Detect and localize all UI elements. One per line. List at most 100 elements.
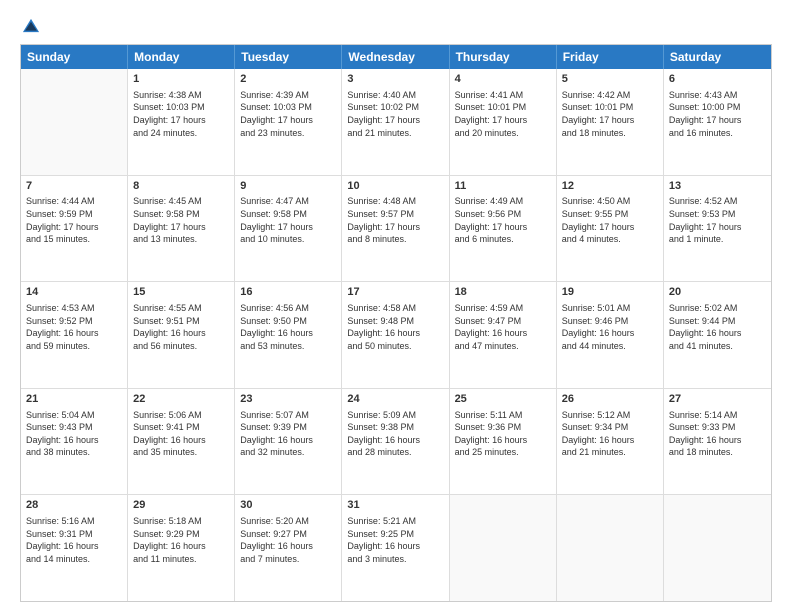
- cell-text: Sunrise: 4:40 AM Sunset: 10:02 PM Daylig…: [347, 89, 443, 139]
- cal-week-1: 1Sunrise: 4:38 AM Sunset: 10:03 PM Dayli…: [21, 69, 771, 176]
- cell-text: Sunrise: 5:01 AM Sunset: 9:46 PM Dayligh…: [562, 302, 658, 352]
- day-number: 9: [240, 179, 336, 194]
- cal-cell: 5Sunrise: 4:42 AM Sunset: 10:01 PM Dayli…: [557, 69, 664, 175]
- cal-header-thursday: Thursday: [450, 45, 557, 69]
- day-number: 14: [26, 285, 122, 300]
- cell-text: Sunrise: 4:47 AM Sunset: 9:58 PM Dayligh…: [240, 195, 336, 245]
- day-number: 3: [347, 72, 443, 87]
- cell-text: Sunrise: 5:21 AM Sunset: 9:25 PM Dayligh…: [347, 515, 443, 565]
- day-number: 26: [562, 392, 658, 407]
- cal-cell: [21, 69, 128, 175]
- cal-header-saturday: Saturday: [664, 45, 771, 69]
- cell-text: Sunrise: 4:56 AM Sunset: 9:50 PM Dayligh…: [240, 302, 336, 352]
- day-number: 2: [240, 72, 336, 87]
- cal-cell: 21Sunrise: 5:04 AM Sunset: 9:43 PM Dayli…: [21, 389, 128, 495]
- day-number: 12: [562, 179, 658, 194]
- cal-cell: 24 Sunrise: 5:09 AM Sunset: 9:38 PM Dayli…: [342, 389, 449, 495]
- cal-cell: 6 Sunrise: 4:43 AM Sunset: 10:00 PM Dayli…: [664, 69, 771, 175]
- cal-header-tuesday: Tuesday: [235, 45, 342, 69]
- cal-cell: 9Sunrise: 4:47 AM Sunset: 9:58 PM Daylig…: [235, 176, 342, 282]
- day-number: 15: [133, 285, 229, 300]
- cal-cell: 13Sunrise: 4:52 AM Sunset: 9:53 PM Dayli…: [664, 176, 771, 282]
- day-number: 8: [133, 179, 229, 194]
- cell-text: Sunrise: 4:41 AM Sunset: 10:01 PM Daylig…: [455, 89, 551, 139]
- cal-cell: 3 Sunrise: 4:40 AM Sunset: 10:02 PM Dayli…: [342, 69, 449, 175]
- cal-cell: 26 Sunrise: 5:12 AM Sunset: 9:34 PM Dayli…: [557, 389, 664, 495]
- page: SundayMondayTuesdayWednesdayThursdayFrid…: [0, 0, 792, 612]
- cal-cell: 4Sunrise: 4:41 AM Sunset: 10:01 PM Dayli…: [450, 69, 557, 175]
- day-number: 19: [562, 285, 658, 300]
- cal-week-4: 21Sunrise: 5:04 AM Sunset: 9:43 PM Dayli…: [21, 389, 771, 496]
- cell-text: Sunrise: 5:12 AM Sunset: 9:34 PM Dayligh…: [562, 409, 658, 459]
- day-number: 5: [562, 72, 658, 87]
- cal-cell: 2 Sunrise: 4:39 AM Sunset: 10:03 PM Dayli…: [235, 69, 342, 175]
- day-number: 29: [133, 498, 229, 513]
- day-number: 11: [455, 179, 551, 194]
- cell-text: Sunrise: 4:44 AM Sunset: 9:59 PM Dayligh…: [26, 195, 122, 245]
- cell-text: Sunrise: 4:58 AM Sunset: 9:48 PM Dayligh…: [347, 302, 443, 352]
- day-number: 23: [240, 392, 336, 407]
- cell-text: Sunrise: 4:45 AM Sunset: 9:58 PM Dayligh…: [133, 195, 229, 245]
- cal-cell: 8Sunrise: 4:45 AM Sunset: 9:58 PM Daylig…: [128, 176, 235, 282]
- cal-cell: 15 Sunrise: 4:55 AM Sunset: 9:51 PM Dayli…: [128, 282, 235, 388]
- day-number: 1: [133, 72, 229, 87]
- cell-text: Sunrise: 4:39 AM Sunset: 10:03 PM Daylig…: [240, 89, 336, 139]
- cell-text: Sunrise: 5:14 AM Sunset: 9:33 PM Dayligh…: [669, 409, 766, 459]
- cal-cell: 12Sunrise: 4:50 AM Sunset: 9:55 PM Dayli…: [557, 176, 664, 282]
- cal-cell: 22 Sunrise: 5:06 AM Sunset: 9:41 PM Dayli…: [128, 389, 235, 495]
- day-number: 7: [26, 179, 122, 194]
- cal-header-friday: Friday: [557, 45, 664, 69]
- cell-text: Sunrise: 4:53 AM Sunset: 9:52 PM Dayligh…: [26, 302, 122, 352]
- cal-cell: 25 Sunrise: 5:11 AM Sunset: 9:36 PM Dayli…: [450, 389, 557, 495]
- cal-header-wednesday: Wednesday: [342, 45, 449, 69]
- cal-cell: 14 Sunrise: 4:53 AM Sunset: 9:52 PM Dayli…: [21, 282, 128, 388]
- calendar-header-row: SundayMondayTuesdayWednesdayThursdayFrid…: [21, 45, 771, 69]
- cal-cell: 28Sunrise: 5:16 AM Sunset: 9:31 PM Dayli…: [21, 495, 128, 601]
- cal-cell: 19 Sunrise: 5:01 AM Sunset: 9:46 PM Dayli…: [557, 282, 664, 388]
- cal-cell: 27 Sunrise: 5:14 AM Sunset: 9:33 PM Dayli…: [664, 389, 771, 495]
- cell-text: Sunrise: 4:50 AM Sunset: 9:55 PM Dayligh…: [562, 195, 658, 245]
- cal-header-monday: Monday: [128, 45, 235, 69]
- cal-cell: 23Sunrise: 5:07 AM Sunset: 9:39 PM Dayli…: [235, 389, 342, 495]
- cell-text: Sunrise: 4:59 AM Sunset: 9:47 PM Dayligh…: [455, 302, 551, 352]
- day-number: 24: [347, 392, 443, 407]
- day-number: 6: [669, 72, 766, 87]
- day-number: 16: [240, 285, 336, 300]
- logo-icon: [20, 16, 42, 38]
- cal-cell: [557, 495, 664, 601]
- cell-text: Sunrise: 4:52 AM Sunset: 9:53 PM Dayligh…: [669, 195, 766, 245]
- cell-text: Sunrise: 4:49 AM Sunset: 9:56 PM Dayligh…: [455, 195, 551, 245]
- cell-text: Sunrise: 5:16 AM Sunset: 9:31 PM Dayligh…: [26, 515, 122, 565]
- cal-week-5: 28Sunrise: 5:16 AM Sunset: 9:31 PM Dayli…: [21, 495, 771, 601]
- day-number: 27: [669, 392, 766, 407]
- cal-cell: 1Sunrise: 4:38 AM Sunset: 10:03 PM Dayli…: [128, 69, 235, 175]
- cal-week-2: 7Sunrise: 4:44 AM Sunset: 9:59 PM Daylig…: [21, 176, 771, 283]
- cell-text: Sunrise: 5:06 AM Sunset: 9:41 PM Dayligh…: [133, 409, 229, 459]
- cell-text: Sunrise: 4:55 AM Sunset: 9:51 PM Dayligh…: [133, 302, 229, 352]
- cell-text: Sunrise: 5:11 AM Sunset: 9:36 PM Dayligh…: [455, 409, 551, 459]
- day-number: 22: [133, 392, 229, 407]
- day-number: 20: [669, 285, 766, 300]
- cal-cell: 17 Sunrise: 4:58 AM Sunset: 9:48 PM Dayli…: [342, 282, 449, 388]
- cal-cell: 29Sunrise: 5:18 AM Sunset: 9:29 PM Dayli…: [128, 495, 235, 601]
- cell-text: Sunrise: 5:09 AM Sunset: 9:38 PM Dayligh…: [347, 409, 443, 459]
- cal-cell: 11Sunrise: 4:49 AM Sunset: 9:56 PM Dayli…: [450, 176, 557, 282]
- header: [20, 16, 772, 38]
- cell-text: Sunrise: 4:48 AM Sunset: 9:57 PM Dayligh…: [347, 195, 443, 245]
- day-number: 25: [455, 392, 551, 407]
- day-number: 17: [347, 285, 443, 300]
- day-number: 10: [347, 179, 443, 194]
- calendar: SundayMondayTuesdayWednesdayThursdayFrid…: [20, 44, 772, 602]
- day-number: 18: [455, 285, 551, 300]
- cal-cell: [664, 495, 771, 601]
- cal-cell: 20Sunrise: 5:02 AM Sunset: 9:44 PM Dayli…: [664, 282, 771, 388]
- cal-cell: 30Sunrise: 5:20 AM Sunset: 9:27 PM Dayli…: [235, 495, 342, 601]
- cal-cell: 10Sunrise: 4:48 AM Sunset: 9:57 PM Dayli…: [342, 176, 449, 282]
- day-number: 30: [240, 498, 336, 513]
- cal-cell: 18 Sunrise: 4:59 AM Sunset: 9:47 PM Dayli…: [450, 282, 557, 388]
- cal-cell: 7Sunrise: 4:44 AM Sunset: 9:59 PM Daylig…: [21, 176, 128, 282]
- logo: [20, 16, 44, 38]
- cal-week-3: 14 Sunrise: 4:53 AM Sunset: 9:52 PM Dayli…: [21, 282, 771, 389]
- cell-text: Sunrise: 4:43 AM Sunset: 10:00 PM Daylig…: [669, 89, 766, 139]
- day-number: 21: [26, 392, 122, 407]
